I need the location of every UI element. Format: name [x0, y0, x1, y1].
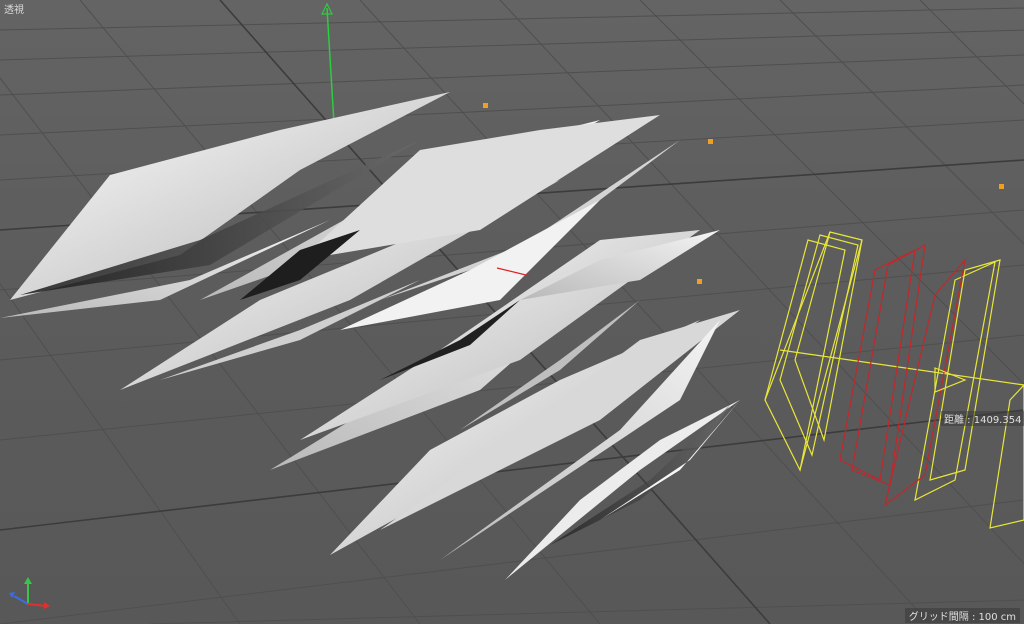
axis-orientation-gizmo — [9, 577, 50, 609]
3d-viewport[interactable]: 透視 距離 : 1409.354 cm グリッド間隔 : 100 cm — [0, 0, 1024, 624]
grid-spacing-readout: グリッド間隔 : 100 cm — [904, 608, 1020, 623]
wireframe-frames-yellow[interactable] — [764, 231, 1024, 529]
emitter-arrow — [934, 367, 967, 393]
shard-fragments[interactable] — [0, 92, 740, 580]
scene-canvas[interactable] — [0, 0, 1024, 624]
view-name-label[interactable]: 透視 — [4, 1, 24, 16]
distance-readout: 距離 : 1409.354 cm — [941, 411, 1024, 426]
wireframe-frames-red[interactable] — [839, 243, 966, 507]
